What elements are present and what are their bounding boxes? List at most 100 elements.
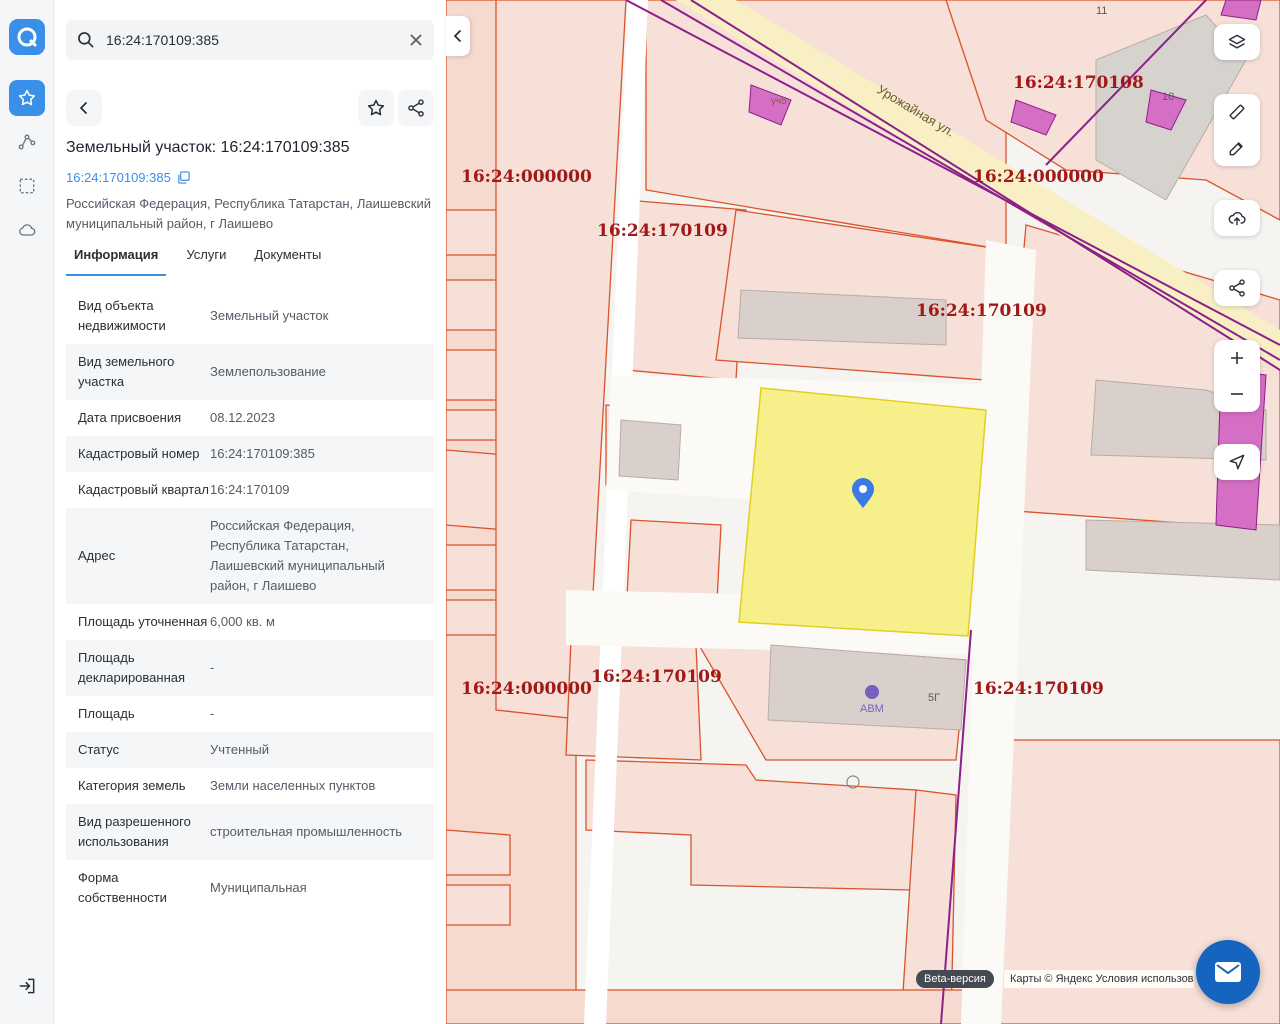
row-label: Вид разрешенного использования — [78, 814, 191, 849]
row-label: Площадь — [78, 706, 135, 721]
search-input[interactable] — [106, 20, 396, 60]
row-label: Площадь декларированная — [78, 650, 186, 685]
poi-label[interactable]: АВМ — [860, 703, 884, 715]
feedback-button[interactable] — [1196, 940, 1260, 1004]
cadastral-quarter-label: 16:24:000000 — [461, 679, 592, 699]
left-rail — [0, 0, 54, 1024]
row-label: Дата присвоения — [78, 410, 182, 425]
row-label: Категория земель — [78, 778, 186, 793]
cadastral-map[interactable]: Урожайная ул. 11 10 уч5 5Г АВМ 16:24:000… — [446, 0, 1280, 1024]
ruler-icon — [1229, 104, 1245, 120]
collapse-panel-button[interactable] — [446, 16, 470, 56]
upload-control — [1214, 200, 1260, 236]
row-label: Кадастровый номер — [78, 446, 200, 461]
cadastral-quarter-label: 16:24:170109 — [597, 221, 728, 241]
row-value: Муниципальная — [210, 880, 307, 895]
table-row: Площадь декларированная - — [66, 640, 434, 696]
route-icon — [18, 134, 36, 150]
zoom-in-icon — [1231, 352, 1243, 364]
poi-icon[interactable] — [865, 685, 879, 699]
row-value: Российская Федерация, Республика Татарст… — [210, 518, 385, 593]
zoom-in-button[interactable] — [1214, 340, 1260, 376]
table-row: Адрес Российская Федерация, Республика Та… — [66, 508, 434, 604]
row-value: 08.12.2023 — [210, 410, 276, 425]
row-value: 16:24:170109 — [210, 482, 290, 497]
row-value: 6,000 кв. м — [210, 614, 275, 629]
table-row: Площадь уточненная 6,000 кв. м — [66, 604, 434, 640]
house-number: 10 — [1162, 91, 1174, 103]
cadastral-quarter-label: 16:24:170108 — [1013, 73, 1144, 93]
mail-icon — [1215, 962, 1241, 982]
info-panel: Земельный участок: 16:24:170109:385 16:2… — [54, 0, 446, 1024]
house-number: 11 — [1096, 5, 1107, 17]
share-icon — [408, 99, 424, 117]
row-value: Земли населенных пунктов — [210, 778, 376, 793]
map-copyright[interactable]: Карты © Яндекс Условия использования — [1004, 970, 1194, 988]
back-button[interactable] — [66, 90, 102, 126]
cadastral-quarter-label: 16:24:000000 — [973, 167, 1104, 187]
search-bar — [66, 20, 434, 60]
cloud-nav-button[interactable] — [9, 212, 45, 248]
cadastral-quarter-label: 16:24:170109 — [591, 667, 722, 687]
tab-information[interactable]: Информация — [66, 244, 167, 276]
house-number: 5Г — [928, 692, 940, 704]
layers-control — [1214, 24, 1260, 60]
favorites-nav-button[interactable] — [9, 80, 45, 116]
cadastral-number-link[interactable]: 16:24:170109:385 — [66, 170, 190, 185]
zoom-control — [1214, 340, 1260, 412]
logo-icon[interactable] — [9, 19, 45, 55]
locate-control — [1214, 444, 1260, 480]
table-row: Статус Учтенный — [66, 732, 434, 768]
cloud-icon — [19, 224, 36, 236]
logout-icon — [19, 978, 35, 994]
row-label: Площадь уточненная — [78, 614, 208, 629]
table-row: Кадастровый номер 16:24:170109:385 — [66, 436, 434, 472]
table-row: Кадастровый квартал 16:24:170109 — [66, 472, 434, 508]
ruler-button[interactable] — [1214, 94, 1260, 130]
tab-services[interactable]: Услуги — [178, 244, 234, 276]
close-icon[interactable] — [406, 30, 426, 50]
row-label: Вид объекта недвижимости — [78, 298, 166, 333]
row-value: 16:24:170109:385 — [210, 446, 315, 461]
zoom-out-icon — [1231, 393, 1243, 395]
cadastral-quarter-label: 16:24:000000 — [461, 167, 592, 187]
share-icon — [1229, 279, 1245, 297]
tab-documents[interactable]: Документы — [246, 244, 329, 276]
row-label: Кадастровый квартал — [78, 482, 209, 497]
select-area-nav-button[interactable] — [9, 168, 45, 204]
map-share-button[interactable] — [1214, 270, 1260, 306]
copy-icon[interactable] — [177, 171, 190, 184]
search-icon[interactable] — [76, 30, 96, 55]
selected-parcel[interactable] — [738, 387, 987, 637]
route-nav-button[interactable] — [9, 124, 45, 160]
row-label: Вид земельного участка — [78, 354, 175, 389]
row-value: - — [210, 706, 215, 721]
cadastral-number-text[interactable]: 16:24:170109:385 — [66, 170, 171, 185]
share-button[interactable] — [398, 90, 434, 126]
object-address: Российская Федерация, Республика Татарст… — [66, 196, 431, 231]
star-icon — [367, 99, 385, 116]
map-canvas[interactable]: Урожайная ул. 11 10 уч5 5Г АВМ 16:24:000… — [446, 0, 1280, 1024]
layers-button[interactable] — [1214, 24, 1260, 60]
edit-button[interactable] — [1214, 130, 1260, 166]
upload-icon — [1228, 211, 1246, 226]
measure-tools-control — [1214, 94, 1260, 166]
upload-button[interactable] — [1214, 200, 1260, 236]
table-row: Вид объекта недвижимости Земельный участо… — [66, 288, 434, 344]
star-icon — [18, 89, 36, 106]
cadastral-quarter-label: 16:24:170109 — [916, 301, 1047, 321]
logout-button[interactable] — [9, 968, 45, 1004]
row-label: Форма собственности — [78, 870, 167, 905]
info-table: Вид объекта недвижимости Земельный участо… — [66, 288, 434, 916]
share-control — [1214, 270, 1260, 306]
tabs: Информация Услуги Документы — [66, 244, 341, 276]
locate-icon — [1229, 454, 1245, 470]
table-row: Вид разрешенного использования строительн… — [66, 804, 434, 860]
zoom-out-button[interactable] — [1214, 376, 1260, 412]
favorite-button[interactable] — [358, 90, 394, 126]
layers-icon — [1228, 34, 1246, 49]
select-area-icon — [19, 178, 35, 194]
locate-button[interactable] — [1214, 444, 1260, 480]
row-value: Земельный участок — [210, 308, 329, 323]
row-value: Землепользование — [210, 364, 326, 379]
